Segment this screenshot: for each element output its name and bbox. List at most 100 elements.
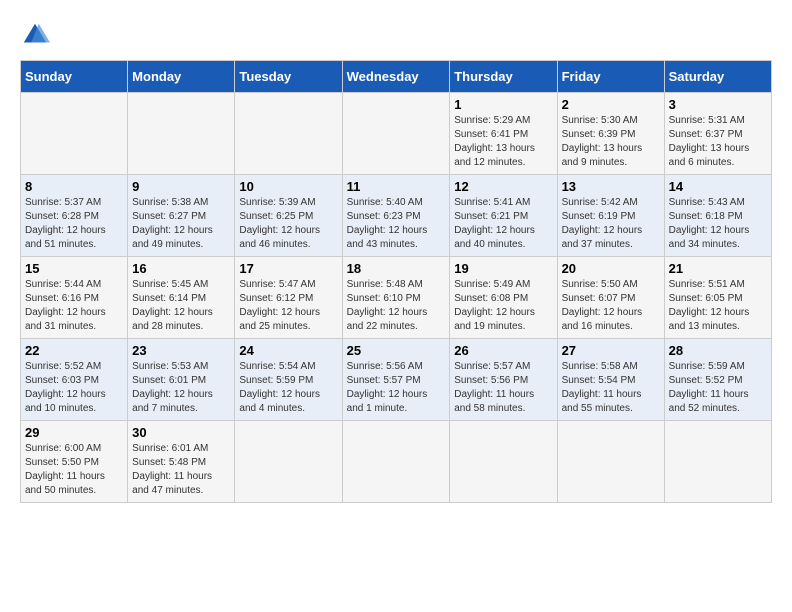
day-info: Sunrise: 5:44 AMSunset: 6:16 PMDaylight:… [25,279,106,332]
day-info: Sunrise: 5:29 AMSunset: 6:41 PMDaylight:… [454,115,535,168]
day-info: Sunrise: 5:56 AMSunset: 5:57 PMDaylight:… [347,361,428,414]
calendar-cell: 20 Sunrise: 5:50 AMSunset: 6:07 PMDaylig… [557,257,664,339]
day-info: Sunrise: 5:57 AMSunset: 5:56 PMDaylight:… [454,361,534,414]
col-header-sunday: Sunday [21,61,128,93]
day-info: Sunrise: 5:54 AMSunset: 5:59 PMDaylight:… [239,361,320,414]
day-number: 27 [562,343,660,358]
calendar-cell [128,93,235,175]
day-info: Sunrise: 5:40 AMSunset: 6:23 PMDaylight:… [347,197,428,250]
day-number: 28 [669,343,767,358]
day-number: 19 [454,261,552,276]
day-info: Sunrise: 5:43 AMSunset: 6:18 PMDaylight:… [669,197,750,250]
calendar-cell [664,421,771,503]
calendar-cell: 25 Sunrise: 5:56 AMSunset: 5:57 PMDaylig… [342,339,450,421]
day-info: Sunrise: 5:51 AMSunset: 6:05 PMDaylight:… [669,279,750,332]
day-info: Sunrise: 5:42 AMSunset: 6:19 PMDaylight:… [562,197,643,250]
calendar-cell: 2 Sunrise: 5:30 AMSunset: 6:39 PMDayligh… [557,93,664,175]
col-header-friday: Friday [557,61,664,93]
day-info: Sunrise: 5:39 AMSunset: 6:25 PMDaylight:… [239,197,320,250]
calendar-cell [235,93,342,175]
day-number: 30 [132,425,230,440]
calendar-week-3: 15 Sunrise: 5:44 AMSunset: 6:16 PMDaylig… [21,257,772,339]
calendar-cell: 30 Sunrise: 6:01 AMSunset: 5:48 PMDaylig… [128,421,235,503]
calendar-week-5: 29 Sunrise: 6:00 AMSunset: 5:50 PMDaylig… [21,421,772,503]
day-number: 17 [239,261,337,276]
day-number: 11 [347,179,446,194]
calendar-cell: 16 Sunrise: 5:45 AMSunset: 6:14 PMDaylig… [128,257,235,339]
calendar-cell: 28 Sunrise: 5:59 AMSunset: 5:52 PMDaylig… [664,339,771,421]
calendar-cell: 9 Sunrise: 5:38 AMSunset: 6:27 PMDayligh… [128,175,235,257]
day-number: 23 [132,343,230,358]
day-info: Sunrise: 5:49 AMSunset: 6:08 PMDaylight:… [454,279,535,332]
calendar-cell: 26 Sunrise: 5:57 AMSunset: 5:56 PMDaylig… [450,339,557,421]
day-number: 2 [562,97,660,112]
day-number: 16 [132,261,230,276]
day-info: Sunrise: 6:01 AMSunset: 5:48 PMDaylight:… [132,443,212,496]
day-info: Sunrise: 5:52 AMSunset: 6:03 PMDaylight:… [25,361,106,414]
day-number: 22 [25,343,123,358]
calendar-cell: 24 Sunrise: 5:54 AMSunset: 5:59 PMDaylig… [235,339,342,421]
day-info: Sunrise: 5:48 AMSunset: 6:10 PMDaylight:… [347,279,428,332]
day-number: 10 [239,179,337,194]
calendar-cell: 8 Sunrise: 5:37 AMSunset: 6:28 PMDayligh… [21,175,128,257]
calendar-cell [342,421,450,503]
calendar-cell: 3 Sunrise: 5:31 AMSunset: 6:37 PMDayligh… [664,93,771,175]
day-number: 26 [454,343,552,358]
day-info: Sunrise: 5:30 AMSunset: 6:39 PMDaylight:… [562,115,643,168]
calendar-cell [450,421,557,503]
day-info: Sunrise: 5:45 AMSunset: 6:14 PMDaylight:… [132,279,213,332]
calendar-cell: 12 Sunrise: 5:41 AMSunset: 6:21 PMDaylig… [450,175,557,257]
calendar-cell: 10 Sunrise: 5:39 AMSunset: 6:25 PMDaylig… [235,175,342,257]
day-info: Sunrise: 5:58 AMSunset: 5:54 PMDaylight:… [562,361,642,414]
day-number: 15 [25,261,123,276]
calendar-cell: 17 Sunrise: 5:47 AMSunset: 6:12 PMDaylig… [235,257,342,339]
day-number: 21 [669,261,767,276]
day-number: 18 [347,261,446,276]
day-number: 8 [25,179,123,194]
calendar-week-2: 8 Sunrise: 5:37 AMSunset: 6:28 PMDayligh… [21,175,772,257]
calendar-cell: 29 Sunrise: 6:00 AMSunset: 5:50 PMDaylig… [21,421,128,503]
day-info: Sunrise: 5:37 AMSunset: 6:28 PMDaylight:… [25,197,106,250]
day-number: 14 [669,179,767,194]
calendar-cell [557,421,664,503]
page-header [20,20,772,50]
day-number: 3 [669,97,767,112]
col-header-monday: Monday [128,61,235,93]
calendar-cell [21,93,128,175]
calendar-cell: 15 Sunrise: 5:44 AMSunset: 6:16 PMDaylig… [21,257,128,339]
day-number: 24 [239,343,337,358]
day-info: Sunrise: 5:53 AMSunset: 6:01 PMDaylight:… [132,361,213,414]
calendar-cell: 19 Sunrise: 5:49 AMSunset: 6:08 PMDaylig… [450,257,557,339]
day-number: 20 [562,261,660,276]
day-info: Sunrise: 5:38 AMSunset: 6:27 PMDaylight:… [132,197,213,250]
col-header-tuesday: Tuesday [235,61,342,93]
col-header-wednesday: Wednesday [342,61,450,93]
calendar-week-4: 22 Sunrise: 5:52 AMSunset: 6:03 PMDaylig… [21,339,772,421]
calendar-cell: 23 Sunrise: 5:53 AMSunset: 6:01 PMDaylig… [128,339,235,421]
logo [20,20,54,50]
day-info: Sunrise: 5:41 AMSunset: 6:21 PMDaylight:… [454,197,535,250]
day-info: Sunrise: 5:47 AMSunset: 6:12 PMDaylight:… [239,279,320,332]
day-info: Sunrise: 5:50 AMSunset: 6:07 PMDaylight:… [562,279,643,332]
calendar-table: SundayMondayTuesdayWednesdayThursdayFrid… [20,60,772,503]
col-header-thursday: Thursday [450,61,557,93]
calendar-week-1: 1 Sunrise: 5:29 AMSunset: 6:41 PMDayligh… [21,93,772,175]
day-number: 13 [562,179,660,194]
logo-icon [20,20,50,50]
day-info: Sunrise: 5:31 AMSunset: 6:37 PMDaylight:… [669,115,750,168]
day-number: 29 [25,425,123,440]
calendar-cell: 18 Sunrise: 5:48 AMSunset: 6:10 PMDaylig… [342,257,450,339]
calendar-cell: 22 Sunrise: 5:52 AMSunset: 6:03 PMDaylig… [21,339,128,421]
day-number: 25 [347,343,446,358]
calendar-cell: 21 Sunrise: 5:51 AMSunset: 6:05 PMDaylig… [664,257,771,339]
calendar-cell [342,93,450,175]
day-number: 12 [454,179,552,194]
calendar-cell: 1 Sunrise: 5:29 AMSunset: 6:41 PMDayligh… [450,93,557,175]
calendar-cell [235,421,342,503]
day-info: Sunrise: 6:00 AMSunset: 5:50 PMDaylight:… [25,443,105,496]
calendar-cell: 14 Sunrise: 5:43 AMSunset: 6:18 PMDaylig… [664,175,771,257]
calendar-cell: 11 Sunrise: 5:40 AMSunset: 6:23 PMDaylig… [342,175,450,257]
day-number: 1 [454,97,552,112]
calendar-cell: 27 Sunrise: 5:58 AMSunset: 5:54 PMDaylig… [557,339,664,421]
col-header-saturday: Saturday [664,61,771,93]
